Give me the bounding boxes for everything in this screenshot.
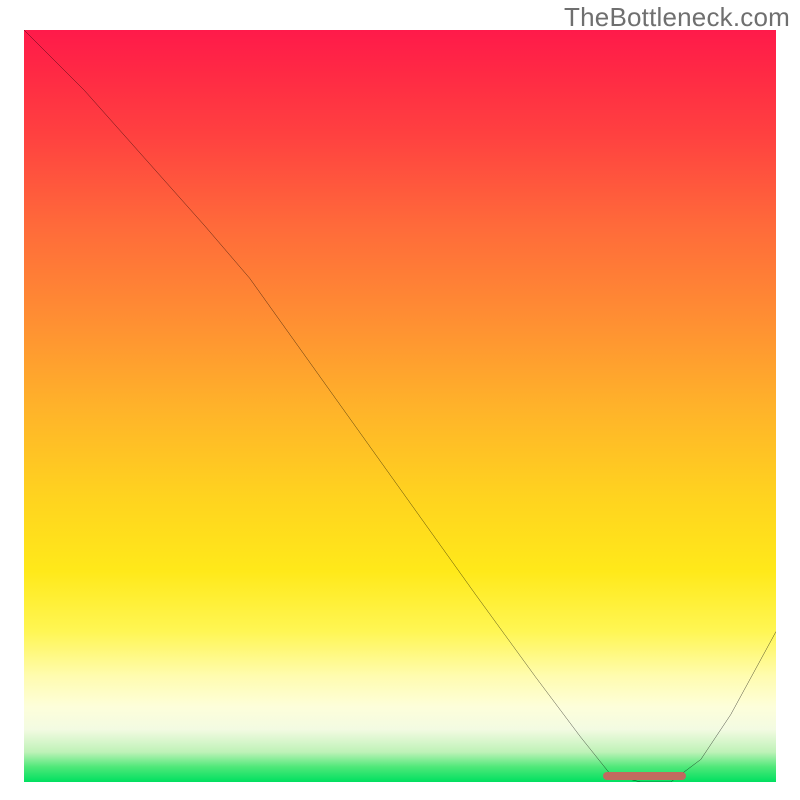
curve-layer — [24, 30, 776, 782]
optimal-range-marker — [603, 772, 686, 780]
watermark-text: TheBottleneck.com — [564, 2, 790, 33]
bottleneck-chart: TheBottleneck.com — [0, 0, 800, 800]
bottleneck-curve-path — [24, 30, 776, 782]
plot-area — [24, 30, 776, 782]
